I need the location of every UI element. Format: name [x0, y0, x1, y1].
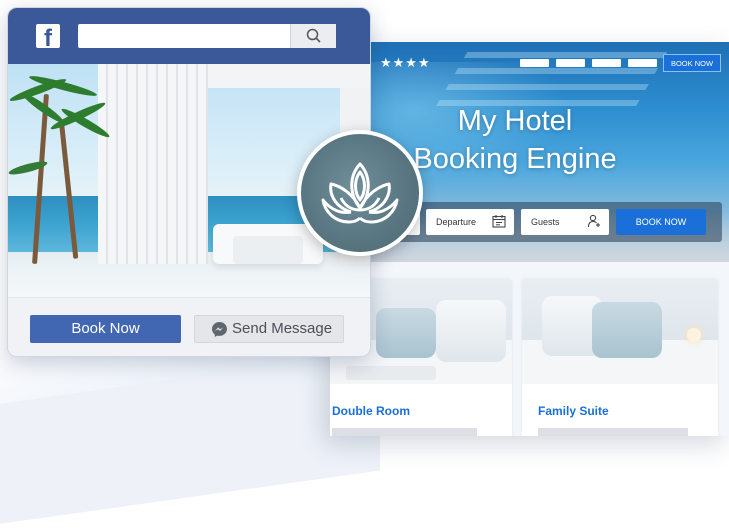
- hero-title: My Hotel Booking Engine: [390, 102, 640, 178]
- nav-item-placeholder[interactable]: [520, 59, 549, 67]
- book-now-button[interactable]: Book Now: [30, 315, 181, 343]
- search-input[interactable]: [78, 24, 336, 48]
- slatted-wall: [98, 64, 208, 264]
- send-message-label: Send Message: [232, 320, 333, 337]
- send-message-button[interactable]: Send Message: [194, 315, 344, 343]
- room-name: Family Suite: [538, 404, 609, 418]
- hero-title-line2: Booking Engine: [413, 143, 617, 175]
- lamp: [687, 328, 701, 342]
- search-button[interactable]: [290, 24, 336, 48]
- add-person-icon: [587, 214, 600, 228]
- room-description-placeholder: [538, 428, 688, 436]
- guests-field[interactable]: Guests: [521, 209, 609, 235]
- lotus-icon: [321, 162, 399, 224]
- nav-item-placeholder[interactable]: [556, 59, 585, 67]
- pillow: [376, 308, 436, 358]
- facebook-actions: Book Now Send Message: [8, 297, 370, 356]
- search-icon: [306, 28, 321, 43]
- room-card-family[interactable]: Family Suite: [522, 278, 718, 436]
- room-photo: [522, 278, 718, 384]
- facebook-logo-letter: f: [44, 25, 52, 48]
- towel: [346, 366, 436, 380]
- top-book-now-button[interactable]: BOOK NOW: [663, 54, 721, 72]
- star-rating: ★★★★: [380, 55, 431, 70]
- guests-label: Guests: [531, 217, 560, 227]
- nav-item-placeholder[interactable]: [628, 59, 657, 67]
- search-book-now-button[interactable]: BOOK NOW: [616, 209, 706, 235]
- booking-search-bar: Departure Guests BOOK NOW: [372, 202, 722, 242]
- calendar-icon: [492, 215, 506, 228]
- messenger-icon: [212, 322, 227, 337]
- nav-item-placeholder[interactable]: [592, 59, 621, 67]
- departure-field[interactable]: Departure: [426, 209, 514, 235]
- departure-label: Departure: [436, 217, 477, 227]
- hero-title-line1: My Hotel: [457, 105, 573, 137]
- pillow: [436, 300, 506, 362]
- facebook-logo-icon: f: [36, 24, 60, 48]
- sofa-seat: [233, 236, 303, 264]
- facebook-header: f: [8, 8, 370, 64]
- lotus-logo-badge: [297, 130, 423, 256]
- room-description-placeholder: [332, 428, 477, 436]
- site-topbar: ★★★★ BOOK NOW: [330, 54, 729, 72]
- pillow: [592, 302, 662, 358]
- room-name: Double Room: [332, 404, 410, 418]
